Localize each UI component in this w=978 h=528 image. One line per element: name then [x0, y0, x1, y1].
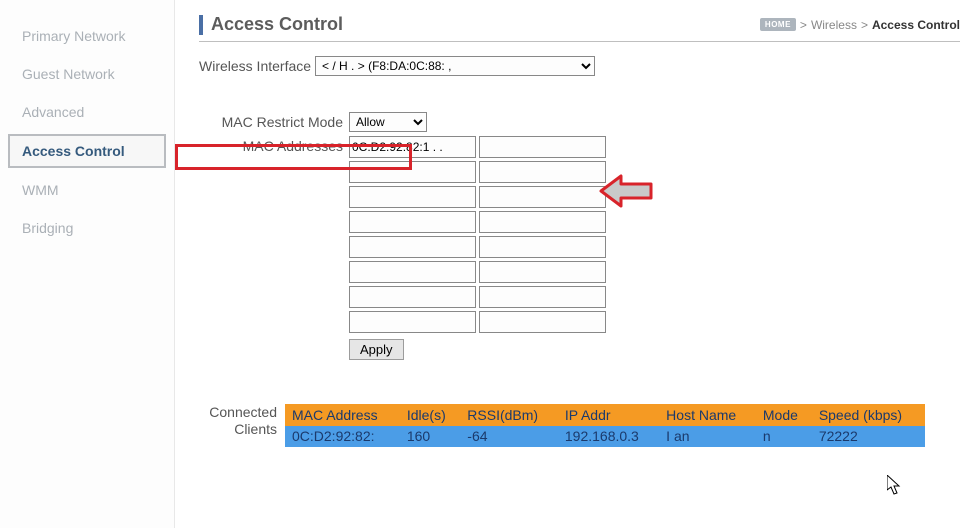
col-mac: MAC Address — [286, 405, 401, 426]
mac-input-9[interactable] — [479, 236, 606, 258]
sidebar-item-wmm[interactable]: WMM — [8, 174, 166, 206]
crumb-sep: > — [861, 18, 868, 32]
sidebar-item-advanced[interactable]: Advanced — [8, 96, 166, 128]
page-title-text: Access Control — [211, 14, 343, 35]
sidebar-item-bridging[interactable]: Bridging — [8, 212, 166, 244]
label-connected-clients: Connected Clients — [199, 404, 285, 438]
cell-mac: 0C:D2:92:82: — [286, 426, 401, 447]
mac-input-14[interactable] — [349, 311, 476, 333]
mac-addresses-col: Apply — [349, 136, 606, 360]
cell-ip: 192.168.0.3 — [558, 426, 659, 447]
mac-input-5[interactable] — [479, 186, 606, 208]
label-connected-line2: Clients — [234, 421, 277, 437]
mac-input-3[interactable] — [479, 161, 606, 183]
mac-input-2[interactable] — [349, 161, 476, 183]
col-host: Host Name — [660, 405, 757, 426]
crumb-current: Access Control — [872, 18, 960, 32]
mac-input-4[interactable] — [349, 186, 476, 208]
page-title: Access Control — [199, 14, 343, 35]
cell-speed: 72222 — [812, 426, 924, 447]
mac-input-8[interactable] — [349, 236, 476, 258]
col-mode: Mode — [756, 405, 812, 426]
cell-mode: n — [756, 426, 812, 447]
mac-input-13[interactable] — [479, 286, 606, 308]
col-idle: Idle(s) — [400, 405, 460, 426]
sidebar: Primary Network Guest Network Advanced A… — [0, 0, 175, 528]
label-mac-restrict: MAC Restrict Mode — [199, 112, 349, 130]
annotation-arrow-icon — [599, 174, 653, 208]
cell-host: I an — [660, 426, 757, 447]
row-mac-addresses: MAC Addresses — [199, 136, 960, 360]
connected-clients-section: Connected Clients MAC Address Idle(s) RS… — [199, 404, 960, 447]
select-wireless-interface[interactable]: < / H . > (F8:DA:0C:88: , — [315, 56, 595, 76]
mac-input-15[interactable] — [479, 311, 606, 333]
clients-header-row: MAC Address Idle(s) RSSI(dBm) IP Addr Ho… — [286, 405, 925, 426]
page-header: Access Control HOME > Wireless > Access … — [199, 14, 960, 42]
col-speed: Speed (kbps) — [812, 405, 924, 426]
title-accent-bar — [199, 15, 203, 35]
mac-input-1[interactable] — [479, 136, 606, 158]
label-mac-addresses: MAC Addresses — [199, 136, 349, 154]
cell-idle: 160 — [400, 426, 460, 447]
crumb-wireless[interactable]: Wireless — [811, 18, 857, 32]
cell-rssi: -64 — [461, 426, 559, 447]
main-content: Access Control HOME > Wireless > Access … — [175, 0, 978, 528]
row-wireless-interface: Wireless Interface < / H . > (F8:DA:0C:8… — [199, 56, 960, 76]
col-rssi: RSSI(dBm) — [461, 405, 559, 426]
mouse-cursor-icon — [887, 475, 903, 495]
row-mac-restrict: MAC Restrict Mode Allow — [199, 112, 960, 132]
label-connected-line1: Connected — [209, 404, 277, 420]
breadcrumb: HOME > Wireless > Access Control — [760, 18, 960, 32]
crumb-home-badge[interactable]: HOME — [760, 18, 796, 31]
col-ip: IP Addr — [558, 405, 659, 426]
mac-input-12[interactable] — [349, 286, 476, 308]
mac-input-0[interactable] — [349, 136, 476, 158]
mac-input-6[interactable] — [349, 211, 476, 233]
crumb-sep: > — [800, 18, 807, 32]
table-row[interactable]: 0C:D2:92:82: 160 -64 192.168.0.3 I an n … — [286, 426, 925, 447]
mac-address-grid — [349, 136, 606, 333]
select-mac-restrict-mode[interactable]: Allow — [349, 112, 427, 132]
mac-input-10[interactable] — [349, 261, 476, 283]
sidebar-item-primary-network[interactable]: Primary Network — [8, 20, 166, 52]
connected-clients-table: MAC Address Idle(s) RSSI(dBm) IP Addr Ho… — [285, 404, 925, 447]
sidebar-item-guest-network[interactable]: Guest Network — [8, 58, 166, 90]
mac-input-7[interactable] — [479, 211, 606, 233]
sidebar-item-access-control[interactable]: Access Control — [8, 134, 166, 168]
apply-button[interactable]: Apply — [349, 339, 404, 360]
mac-input-11[interactable] — [479, 261, 606, 283]
label-wireless-interface: Wireless Interface — [199, 56, 315, 74]
